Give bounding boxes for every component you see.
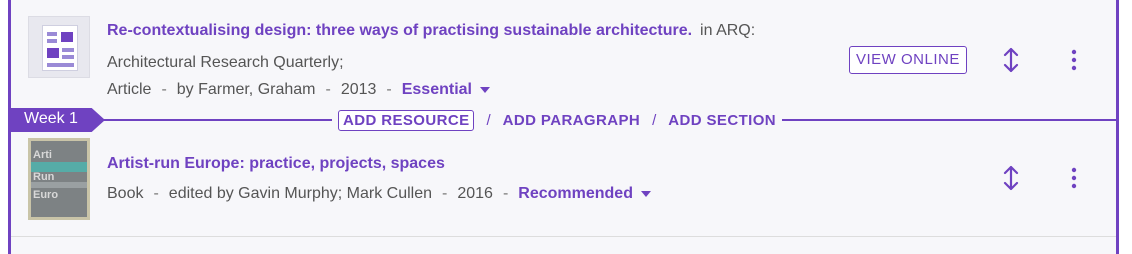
action-separator: / [486, 111, 491, 129]
section-label[interactable]: Week 1 [24, 110, 78, 128]
move-icon[interactable] [1001, 47, 1021, 73]
resource-author: edited by Gavin Murphy; Mark Cullen [168, 185, 433, 202]
document-thumbnail [28, 16, 90, 78]
chevron-down-icon[interactable] [480, 86, 490, 93]
resource-title[interactable]: Artist-run Europe: practice, projects, s… [107, 155, 445, 173]
importance-label[interactable]: Recommended [518, 185, 633, 202]
resource-author: by Farmer, Graham [176, 81, 316, 98]
add-resource-button[interactable]: ADD RESOURCE [338, 109, 475, 131]
resource-type: Article [107, 81, 152, 98]
document-icon [42, 25, 78, 71]
resource-meta: Book - edited by Gavin Murphy; Mark Cullen… [107, 185, 651, 203]
more-options-icon[interactable] [1068, 166, 1080, 190]
action-separator: / [652, 111, 657, 129]
view-online-button[interactable]: VIEW ONLINE [849, 46, 967, 74]
list-item: Re-contextualising design: three ways of… [11, 0, 1116, 106]
move-icon[interactable] [1001, 165, 1021, 191]
add-paragraph-button[interactable]: ADD PARAGRAPH [503, 112, 640, 129]
chevron-down-icon[interactable] [640, 190, 651, 197]
resource-title[interactable]: Re-contextualising design: three ways of… [107, 22, 755, 40]
resource-year: 2016 [457, 185, 493, 202]
resource-title-text[interactable]: Re-contextualising design: three ways of… [107, 22, 692, 39]
importance-dropdown[interactable]: Essential [402, 81, 490, 98]
importance-label[interactable]: Essential [402, 81, 472, 98]
journal-name: Architectural Research Quarterly; [107, 54, 344, 71]
svg-text:Arti: Arti [33, 149, 52, 161]
book-cover-image: Arti Run Euro [28, 138, 90, 220]
more-options-icon[interactable] [1068, 48, 1080, 72]
svg-text:Run: Run [33, 171, 55, 183]
journal-prefix: in ARQ: [700, 22, 756, 39]
section-actions: ADD RESOURCE / ADD PARAGRAPH / ADD SECTI… [332, 108, 783, 132]
resource-type: Book [107, 185, 144, 202]
add-section-button[interactable]: ADD SECTION [668, 112, 776, 129]
list-item: Arti Run Euro [11, 130, 1116, 237]
resource-meta: Article - by Farmer, Graham -2013- Essential [107, 81, 490, 99]
resource-year: 2013 [340, 81, 377, 98]
section-divider: Week 1 ADD RESOURCE / ADD PARAGRAPH / AD… [0, 108, 1132, 132]
svg-text:Euro: Euro [33, 189, 58, 201]
importance-dropdown[interactable]: Recommended [518, 185, 651, 202]
